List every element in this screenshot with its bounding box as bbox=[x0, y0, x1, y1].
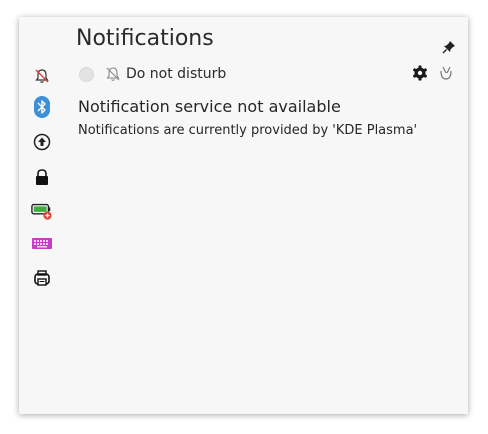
keyboard-icon[interactable] bbox=[31, 233, 53, 255]
do-not-disturb-checkbox[interactable] bbox=[79, 66, 94, 82]
bluetooth-icon[interactable] bbox=[31, 96, 53, 118]
updates-icon[interactable] bbox=[31, 131, 53, 153]
notifications-disabled-icon[interactable] bbox=[31, 65, 53, 87]
notifications-popup: Notifications Do not disturb Notificatio… bbox=[19, 17, 468, 414]
status-title: Notification service not available bbox=[78, 97, 341, 116]
pin-icon[interactable] bbox=[442, 39, 456, 54]
clear-history-icon[interactable] bbox=[438, 65, 454, 81]
gear-icon[interactable] bbox=[412, 65, 428, 81]
lock-icon[interactable] bbox=[31, 166, 53, 188]
system-tray-sidebar bbox=[19, 17, 66, 414]
page-title: Notifications bbox=[76, 26, 214, 51]
battery-icon[interactable] bbox=[31, 200, 53, 222]
status-message: Notifications are currently provided by … bbox=[78, 123, 418, 138]
do-not-disturb-label: Do not disturb bbox=[126, 66, 227, 82]
do-not-disturb-toggle[interactable]: Do not disturb bbox=[79, 64, 226, 84]
printer-icon[interactable] bbox=[31, 267, 53, 289]
bell-off-icon bbox=[104, 65, 122, 83]
